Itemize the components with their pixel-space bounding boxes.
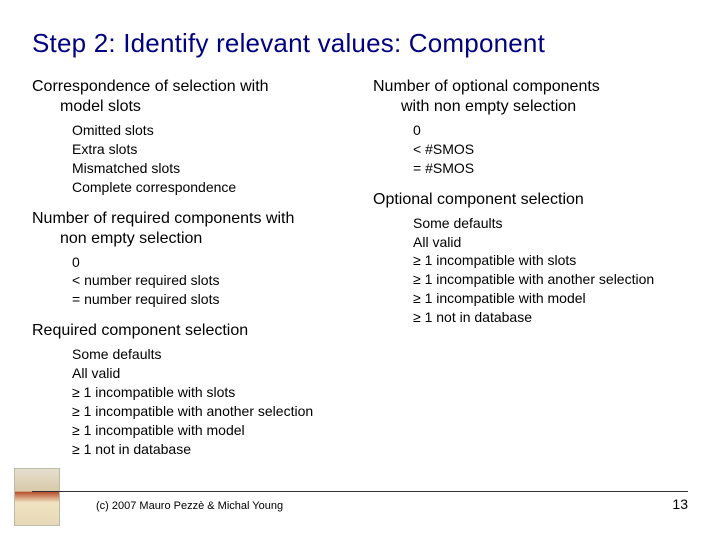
items-optional-selection: Some defaults All valid ≥ 1 incompatible… — [373, 214, 688, 327]
copyright-text: (c) 2007 Mauro Pezzè & Michal Young — [96, 500, 283, 512]
list-item: Extra slots — [72, 140, 347, 159]
list-item: = number required slots — [72, 290, 347, 309]
list-item: ≥ 1 not in database — [413, 308, 688, 327]
page-number: 13 — [672, 496, 688, 512]
list-item: ≥ 1 incompatible with model — [413, 289, 688, 308]
head-line: Number of optional components — [373, 78, 600, 95]
list-item: All valid — [413, 233, 688, 252]
list-item: 0 — [413, 121, 688, 140]
list-item: ≥ 1 incompatible with slots — [72, 383, 347, 402]
list-item: ≥ 1 incompatible with another selection — [72, 402, 347, 421]
items-correspondence: Omitted slots Extra slots Mismatched slo… — [32, 121, 347, 197]
section-head-correspondence: Correspondence of selection with model s… — [32, 77, 347, 117]
head-line: model slots — [32, 97, 347, 117]
footer: (c) 2007 Mauro Pezzè & Michal Young 13 — [0, 491, 720, 512]
list-item: ≥ 1 incompatible with another selection — [413, 270, 688, 289]
head-line: Correspondence of selection with — [32, 78, 269, 95]
items-required-count: 0 < number required slots = number requi… — [32, 253, 347, 310]
content-columns: Correspondence of selection with model s… — [32, 77, 688, 471]
list-item: = #SMOS — [413, 159, 688, 178]
section-head-optional-count: Number of optional components with non e… — [373, 77, 688, 117]
section-head-optional-selection: Optional component selection — [373, 190, 688, 210]
section-head-required-selection: Required component selection — [32, 321, 347, 341]
head-line: Required component selection — [32, 322, 248, 339]
section-head-required-count: Number of required components with non e… — [32, 209, 347, 249]
list-item-text: ≥ 1 incompatible with another — [413, 271, 595, 287]
list-item: 0 — [72, 253, 347, 272]
head-line: Optional component selection — [373, 191, 584, 208]
list-item: Omitted slots — [72, 121, 347, 140]
items-required-selection: Some defaults All valid ≥ 1 incompatible… — [32, 345, 347, 458]
list-item: Some defaults — [72, 345, 347, 364]
head-line: Number of required components with — [32, 210, 294, 227]
right-column: Number of optional components with non e… — [373, 77, 688, 471]
items-optional-count: 0 < #SMOS = #SMOS — [373, 121, 688, 178]
list-item-text: selection — [599, 271, 654, 287]
list-item: ≥ 1 incompatible with model — [72, 421, 347, 440]
head-line: with non empty selection — [373, 97, 688, 117]
head-line: non empty selection — [32, 229, 347, 249]
list-item: < number required slots — [72, 271, 347, 290]
list-item: < #SMOS — [413, 140, 688, 159]
slide-title: Step 2: Identify relevant values: Compon… — [32, 28, 688, 59]
list-item: ≥ 1 not in database — [72, 440, 347, 459]
list-item: All valid — [72, 364, 347, 383]
footer-rule — [32, 491, 688, 492]
list-item: Some defaults — [413, 214, 688, 233]
list-item: Mismatched slots — [72, 159, 347, 178]
list-item: Complete correspondence — [72, 178, 347, 197]
list-item: ≥ 1 incompatible with slots — [413, 251, 688, 270]
left-column: Correspondence of selection with model s… — [32, 77, 347, 471]
